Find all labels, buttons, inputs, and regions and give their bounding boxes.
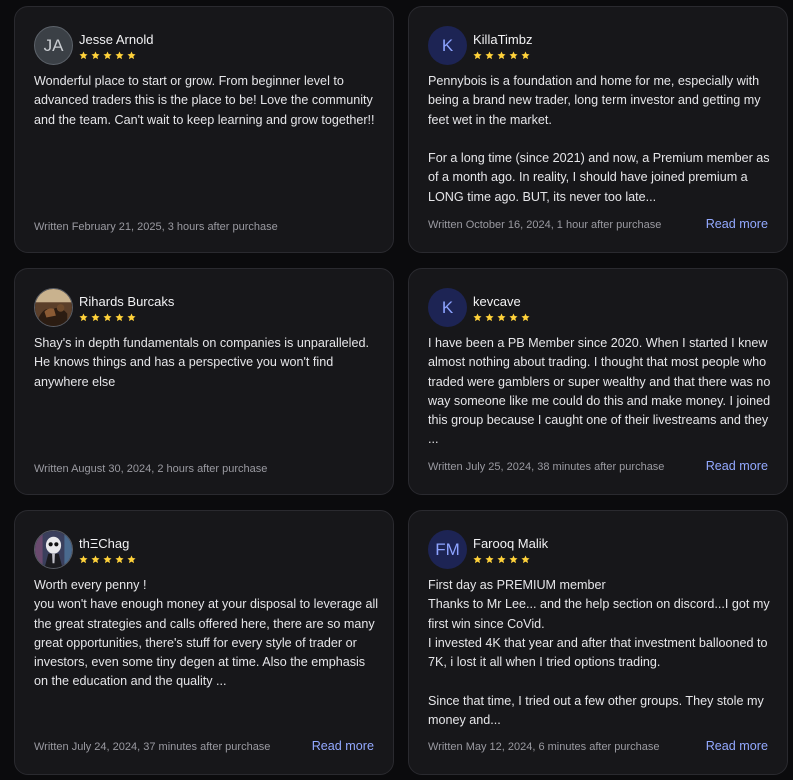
reviewer-name: KillaTimbz xyxy=(473,32,533,47)
star-icon xyxy=(485,51,494,60)
star-icon xyxy=(103,51,112,60)
star-rating xyxy=(473,51,530,60)
reviewer-name: Jesse Arnold xyxy=(79,32,154,47)
review-text: Wonderful place to start or grow. From b… xyxy=(34,74,375,127)
review-date: Written February 21, 2025, 3 hours after… xyxy=(34,221,278,233)
star-icon xyxy=(497,51,506,60)
star-rating xyxy=(79,555,136,564)
star-icon xyxy=(509,51,518,60)
star-icon xyxy=(485,313,494,322)
review-card: thΞChag Worth every penny ! you won't ha… xyxy=(14,510,394,775)
star-rating xyxy=(79,51,136,60)
star-icon xyxy=(115,313,124,322)
star-icon xyxy=(127,313,136,322)
star-icon xyxy=(509,555,518,564)
avatar: K xyxy=(428,26,467,65)
review-card: FM Farooq Malik First day as PREMIUM mem… xyxy=(408,510,788,775)
review-text: Shay's in depth fundamentals on companie… xyxy=(34,336,369,389)
reviewer-name: Farooq Malik xyxy=(473,536,549,551)
avatar-photo-icon xyxy=(35,289,72,326)
star-icon xyxy=(473,51,482,60)
star-rating xyxy=(79,313,136,322)
review-date: Written August 30, 2024, 2 hours after p… xyxy=(34,463,268,475)
star-rating xyxy=(473,313,530,322)
review-text: Worth every penny ! you won't have enoug… xyxy=(34,578,379,689)
avatar: K xyxy=(428,288,467,327)
review-card: K KillaTimbz Pennybois is a foundation a… xyxy=(408,6,788,253)
review-date: Written May 12, 2024, 6 minutes after pu… xyxy=(428,741,660,753)
avatar xyxy=(34,288,73,327)
star-icon xyxy=(91,313,100,322)
skull-avatar-icon xyxy=(35,531,72,568)
star-icon xyxy=(91,51,100,60)
read-more-link[interactable]: Read more xyxy=(312,739,374,753)
star-icon xyxy=(485,555,494,564)
star-icon xyxy=(91,555,100,564)
read-more-link[interactable]: Read more xyxy=(706,217,768,231)
review-card: JA Jesse Arnold Wonderful place to start… xyxy=(14,6,394,253)
review-date: Written July 25, 2024, 38 minutes after … xyxy=(428,461,665,473)
read-more-link[interactable]: Read more xyxy=(706,739,768,753)
review-text: First day as PREMIUM member Thanks to Mr… xyxy=(428,578,770,728)
star-icon xyxy=(473,313,482,322)
star-icon xyxy=(115,51,124,60)
avatar: FM xyxy=(428,530,467,569)
review-text: I have been a PB Member since 2020. When… xyxy=(428,336,771,447)
star-icon xyxy=(521,51,530,60)
review-card: K kevcave I have been a PB Member since … xyxy=(408,268,788,495)
read-more-link[interactable]: Read more xyxy=(706,459,768,473)
star-icon xyxy=(127,555,136,564)
review-text: Pennybois is a foundation and home for m… xyxy=(428,74,770,204)
reviewer-name: kevcave xyxy=(473,294,521,309)
star-icon xyxy=(521,555,530,564)
avatar: JA xyxy=(34,26,73,65)
avatar xyxy=(34,530,73,569)
star-icon xyxy=(521,313,530,322)
review-card: Rihards Burcaks Shay's in depth fundamen… xyxy=(14,268,394,495)
star-icon xyxy=(103,555,112,564)
reviewer-name: Rihards Burcaks xyxy=(79,294,175,309)
star-icon xyxy=(79,313,88,322)
star-icon xyxy=(473,555,482,564)
star-icon xyxy=(127,51,136,60)
star-icon xyxy=(509,313,518,322)
star-icon xyxy=(79,555,88,564)
star-icon xyxy=(103,313,112,322)
star-icon xyxy=(497,313,506,322)
review-date: Written July 24, 2024, 37 minutes after … xyxy=(34,741,271,753)
star-icon xyxy=(115,555,124,564)
reviewer-name: thΞChag xyxy=(79,536,130,551)
star-rating xyxy=(473,555,530,564)
star-icon xyxy=(497,555,506,564)
star-icon xyxy=(79,51,88,60)
review-date: Written October 16, 2024, 1 hour after p… xyxy=(428,219,662,231)
